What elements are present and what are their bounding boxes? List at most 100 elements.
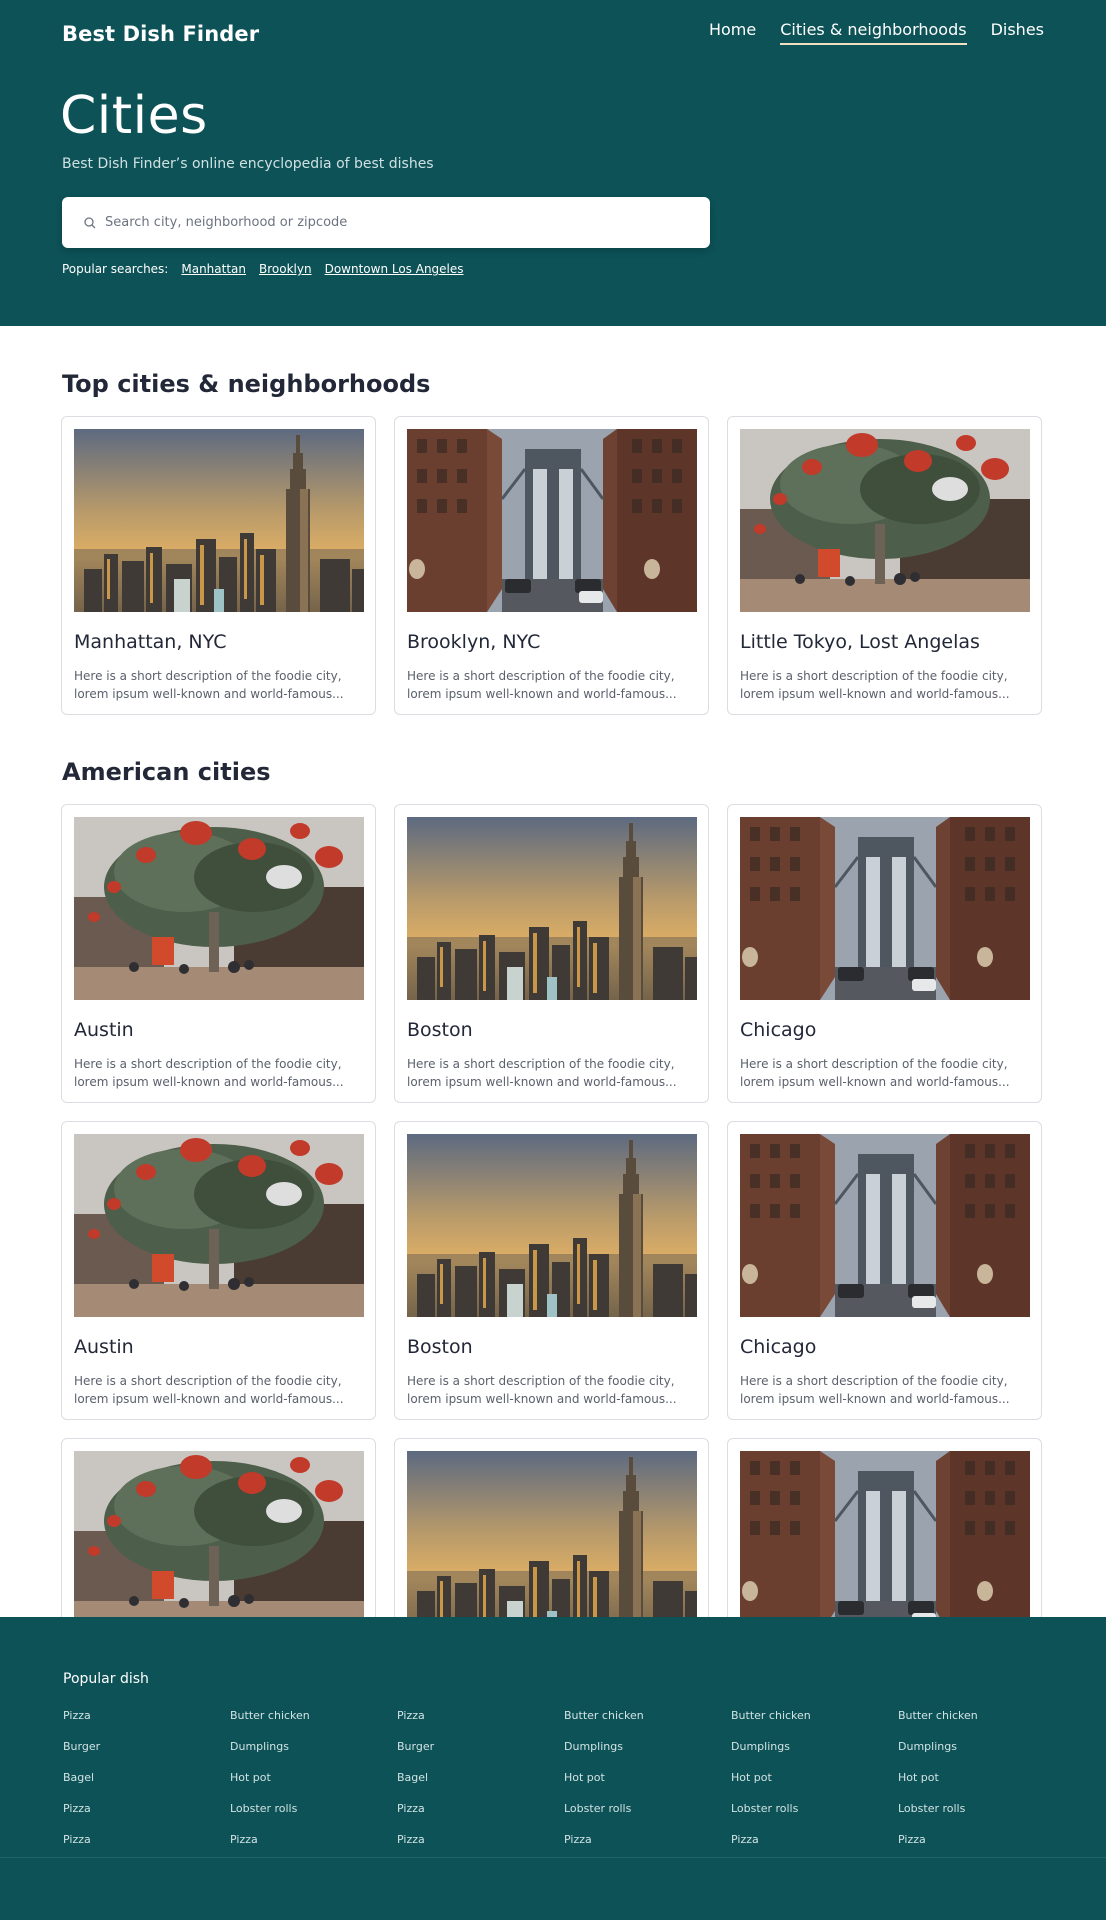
city-card-title: Chicago — [740, 1019, 817, 1041]
footer-column: Pizza Burger Bagel Pizza Pizza — [397, 1709, 564, 1864]
footer-dish-link[interactable]: Butter chicken — [564, 1709, 731, 1740]
footer-dish-link[interactable]: Pizza — [898, 1833, 1065, 1864]
city-card[interactable]: Austin Here is a short description of the… — [61, 804, 376, 1103]
description-line: Here is a short description of the foodi… — [74, 669, 342, 683]
popular-searches: Popular searches: Manhattan Brooklyn Dow… — [62, 262, 477, 276]
footer-title: Popular dish — [63, 1671, 149, 1687]
footer-column: Butter chicken Dumplings Hot pot Lobster ro… — [230, 1709, 397, 1864]
footer-dish-link[interactable]: Butter chicken — [898, 1709, 1065, 1740]
city-card-title: Austin — [74, 1019, 134, 1041]
footer-dish-link[interactable]: Burger — [63, 1740, 230, 1771]
page-title: Cities — [60, 86, 208, 146]
lantern-tree-photo — [74, 1451, 364, 1634]
footer-column: Pizza Burger Bagel Pizza Pizza — [63, 1709, 230, 1864]
nav-home[interactable]: Home — [709, 20, 756, 45]
footer-dish-link[interactable]: Pizza — [564, 1833, 731, 1864]
city-card[interactable]: Boston Here is a short description of the… — [394, 804, 709, 1103]
footer-column: Butter chicken Dumplings Hot pot Lobster ro… — [898, 1709, 1065, 1864]
city-card[interactable]: Chicago Here is a short description of th… — [727, 1121, 1042, 1420]
footer-dish-link[interactable]: Lobster rolls — [898, 1802, 1065, 1833]
description-line: Here is a short description of the foodi… — [740, 669, 1008, 683]
footer-column: Butter chicken Dumplings Hot pot Lobster ro… — [564, 1709, 731, 1864]
city-card-title: Boston — [407, 1019, 473, 1041]
footer-dish-link[interactable]: Hot pot — [230, 1771, 397, 1802]
section-title-american-cities: American cities — [62, 758, 271, 786]
footer-dish-link[interactable]: Butter chicken — [230, 1709, 397, 1740]
footer-dish-link[interactable]: Pizza — [397, 1833, 564, 1864]
city-card[interactable]: Manhattan, NYC Here is a short descriptio… — [61, 416, 376, 715]
skyline-photo — [407, 1134, 697, 1317]
popular-search-link[interactable]: Downtown Los Angeles — [325, 262, 464, 276]
footer-dish-link[interactable]: Pizza — [397, 1802, 564, 1833]
footer-dish-link[interactable]: Dumplings — [230, 1740, 397, 1771]
footer-dish-link[interactable]: Hot pot — [564, 1771, 731, 1802]
footer-dish-link[interactable]: Bagel — [63, 1771, 230, 1802]
lantern-tree-photo — [74, 817, 364, 1000]
footer-column: Butter chicken Dumplings Hot pot Lobster ro… — [731, 1709, 898, 1864]
footer-dish-link[interactable]: Pizza — [63, 1833, 230, 1864]
city-card-description: Here is a short description of the foodi… — [740, 1372, 1032, 1408]
search-input[interactable] — [105, 215, 665, 230]
brand-logo[interactable]: Best Dish Finder — [62, 22, 259, 46]
description-line: lorem ipsum well-known and world-famous.… — [740, 687, 1010, 701]
popular-search-link[interactable]: Brooklyn — [259, 262, 312, 276]
city-card[interactable]: Chicago Here is a short description of th… — [727, 804, 1042, 1103]
description-line: lorem ipsum well-known and world-famous.… — [74, 1075, 344, 1089]
hero-header: Best Dish Finder Home Cities & neighborh… — [0, 0, 1106, 326]
description-line: Here is a short description of the foodi… — [740, 1374, 1008, 1388]
city-card-description: Here is a short description of the foodi… — [74, 1055, 366, 1091]
nav-cities-neighborhoods[interactable]: Cities & neighborhoods — [780, 20, 967, 45]
footer-dish-link[interactable]: Hot pot — [731, 1771, 898, 1802]
bridge-street-photo — [740, 1451, 1030, 1634]
description-line: lorem ipsum well-known and world-famous.… — [407, 1075, 677, 1089]
footer-dish-link[interactable]: Pizza — [63, 1802, 230, 1833]
city-card[interactable]: Boston Here is a short description of the… — [394, 1121, 709, 1420]
footer-divider — [0, 1857, 1106, 1858]
city-card[interactable]: Little Tokyo, Lost Angelas Here is a shor… — [727, 416, 1042, 715]
footer-dish-link[interactable]: Lobster rolls — [230, 1802, 397, 1833]
main-nav: Home Cities & neighborhoods Dishes — [709, 20, 1044, 45]
description-line: lorem ipsum well-known and world-famous.… — [74, 1392, 344, 1406]
footer-dish-link[interactable]: Burger — [397, 1740, 564, 1771]
footer-dish-link[interactable]: Dumplings — [564, 1740, 731, 1771]
popular-search-link[interactable]: Manhattan — [181, 262, 246, 276]
footer-dish-link[interactable]: Pizza — [731, 1833, 898, 1864]
description-line: Here is a short description of the foodi… — [74, 1057, 342, 1071]
footer-dish-link[interactable]: Dumplings — [898, 1740, 1065, 1771]
description-line: lorem ipsum well-known and world-famous.… — [740, 1075, 1010, 1089]
city-card-description: Here is a short description of the foodi… — [74, 667, 366, 703]
description-line: Here is a short description of the foodi… — [407, 1374, 675, 1388]
footer-dish-link[interactable]: Pizza — [230, 1833, 397, 1864]
footer-dish-link[interactable]: Hot pot — [898, 1771, 1065, 1802]
footer-dish-link[interactable]: Lobster rolls — [564, 1802, 731, 1833]
footer-dish-link[interactable]: Dumplings — [731, 1740, 898, 1771]
city-card-description: Here is a short description of the foodi… — [740, 1055, 1032, 1091]
city-card[interactable]: Brooklyn, NYC Here is a short description… — [394, 416, 709, 715]
description-line: lorem ipsum well-known and world-famous.… — [407, 1392, 677, 1406]
bridge-street-photo — [740, 1134, 1030, 1317]
description-line: Here is a short description of the foodi… — [407, 1057, 675, 1071]
footer-dish-link[interactable]: Pizza — [63, 1709, 230, 1740]
footer-dish-link[interactable]: Lobster rolls — [731, 1802, 898, 1833]
description-line: Here is a short description of the foodi… — [740, 1057, 1008, 1071]
lantern-tree-photo — [74, 1134, 364, 1317]
skyline-photo — [407, 817, 697, 1000]
city-card[interactable]: Austin Here is a short description of the… — [61, 1121, 376, 1420]
city-card-title: Chicago — [740, 1336, 817, 1358]
page-subtitle: Best Dish Finder’s online encyclopedia o… — [62, 156, 434, 172]
search-box[interactable] — [62, 197, 710, 248]
city-card-description: Here is a short description of the foodi… — [407, 1055, 699, 1091]
search-icon — [84, 216, 96, 228]
city-card-title: Boston — [407, 1336, 473, 1358]
footer-dish-link[interactable]: Pizza — [397, 1709, 564, 1740]
section-title-top-cities: Top cities & neighborhoods — [62, 370, 431, 398]
city-card-title: Manhattan, NYC — [74, 631, 227, 653]
footer-dish-links: Pizza Burger Bagel Pizza Pizza Butter chicken… — [63, 1709, 1065, 1864]
description-line: lorem ipsum well-known and world-famous.… — [74, 687, 344, 701]
description-line: lorem ipsum well-known and world-famous.… — [740, 1392, 1010, 1406]
city-card-title: Brooklyn, NYC — [407, 631, 541, 653]
footer-dish-link[interactable]: Bagel — [397, 1771, 564, 1802]
bridge-street-photo — [407, 429, 697, 612]
nav-dishes[interactable]: Dishes — [991, 20, 1044, 45]
footer-dish-link[interactable]: Butter chicken — [731, 1709, 898, 1740]
